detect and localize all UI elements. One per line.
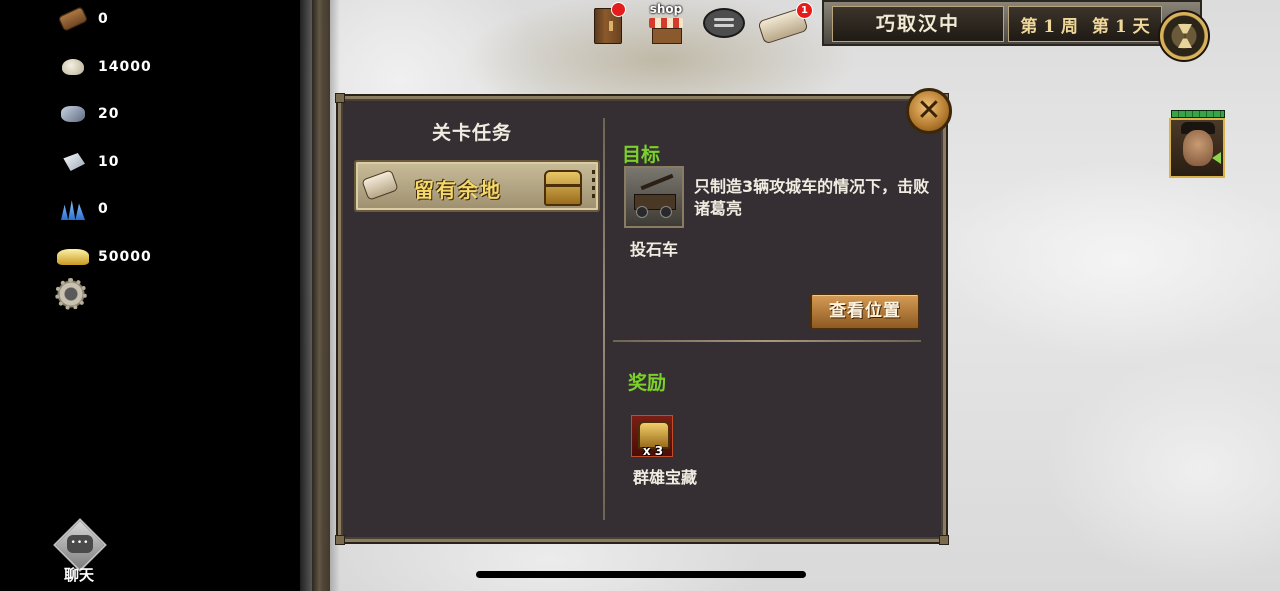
map-scroll-button[interactable]: 1: [757, 2, 813, 45]
resource-gold-value: 50000: [98, 249, 152, 265]
resource-sidebar: [0, 0, 300, 591]
stone-icon: [56, 54, 90, 80]
end-turn-hourglass-button[interactable]: [1158, 10, 1210, 62]
catapult-unit-card[interactable]: [624, 166, 684, 228]
reward-quantity: x 3: [642, 444, 664, 458]
resource-silver-value: 10: [98, 154, 120, 170]
resource-wood: 0: [56, 4, 109, 34]
silver-ingot-icon: [56, 149, 90, 175]
message-button[interactable]: [702, 4, 745, 42]
week-day-display: 第 1 周 第 1 天: [1008, 6, 1162, 42]
mission-heading: 关卡任务: [431, 122, 512, 144]
resource-silver: 10: [56, 147, 119, 177]
stage-name: 巧取汉中: [832, 6, 1004, 42]
hourglass-icon: [1178, 24, 1192, 48]
stage-info-panel: 巧取汉中 第 1 周 第 1 天: [822, 0, 1202, 46]
resource-stone-value: 14000: [98, 59, 152, 75]
resource-iron-value: 20: [98, 106, 120, 122]
resource-gold: 50000: [56, 242, 152, 272]
notification-dot: [611, 2, 626, 17]
view-location-button[interactable]: 查看位置: [810, 293, 920, 330]
resource-iron: 20: [56, 99, 119, 129]
gold-ingot-icon: [56, 244, 90, 270]
map-badge: 1: [796, 2, 813, 19]
mission-tab-label: 留有余地: [414, 178, 502, 202]
shop-label: shop: [649, 2, 683, 16]
reward-chest-item[interactable]: x 3: [631, 415, 673, 458]
general-portrait-card[interactable]: [1168, 110, 1226, 178]
green-flag-icon: [1212, 152, 1221, 164]
crystal-icon: [56, 196, 90, 222]
reward-heading: 奖励: [628, 372, 667, 394]
close-button[interactable]: ✕: [906, 88, 952, 134]
catapult-label: 投石车: [629, 240, 678, 259]
general-health-bar: [1171, 110, 1225, 118]
map-edge-shadow: [300, 0, 340, 591]
vertical-divider: [603, 118, 605, 520]
objective-description: 只制造3辆攻城车的情况下，击败诸葛亮: [694, 177, 930, 218]
home-indicator[interactable]: [476, 571, 806, 578]
quest-book-icon[interactable]: [594, 2, 626, 44]
settings-gear-icon[interactable]: [55, 278, 87, 310]
resource-crystal-value: 0: [98, 201, 109, 217]
resource-wood-value: 0: [98, 11, 109, 27]
chat-button[interactable]: ••• 聊天: [50, 518, 108, 584]
day-label: 第 1 天: [1092, 16, 1150, 37]
iron-ore-icon: [56, 101, 90, 127]
shop-awning-icon: [649, 18, 683, 28]
mission-tab-selected[interactable]: 留有余地: [354, 160, 600, 212]
resource-stone: 14000: [56, 52, 152, 82]
reward-label: 群雄宝藏: [632, 468, 697, 487]
speech-bubble-icon: [703, 8, 745, 38]
chat-bubble-icon: •••: [67, 535, 93, 553]
wood-log-icon: [56, 6, 90, 32]
objective-heading: 目标: [622, 144, 661, 166]
horizontal-divider: [613, 340, 921, 342]
week-label: 第 1 周: [1020, 16, 1078, 37]
tab-edge-dots: [592, 170, 595, 202]
chat-label: 聊天: [63, 566, 94, 584]
treasure-chest-icon: [544, 170, 582, 206]
resource-crystal: 0: [56, 194, 109, 224]
general-portrait: [1169, 118, 1225, 178]
shop-button[interactable]: shop: [646, 2, 686, 44]
scroll-icon: [361, 169, 399, 201]
